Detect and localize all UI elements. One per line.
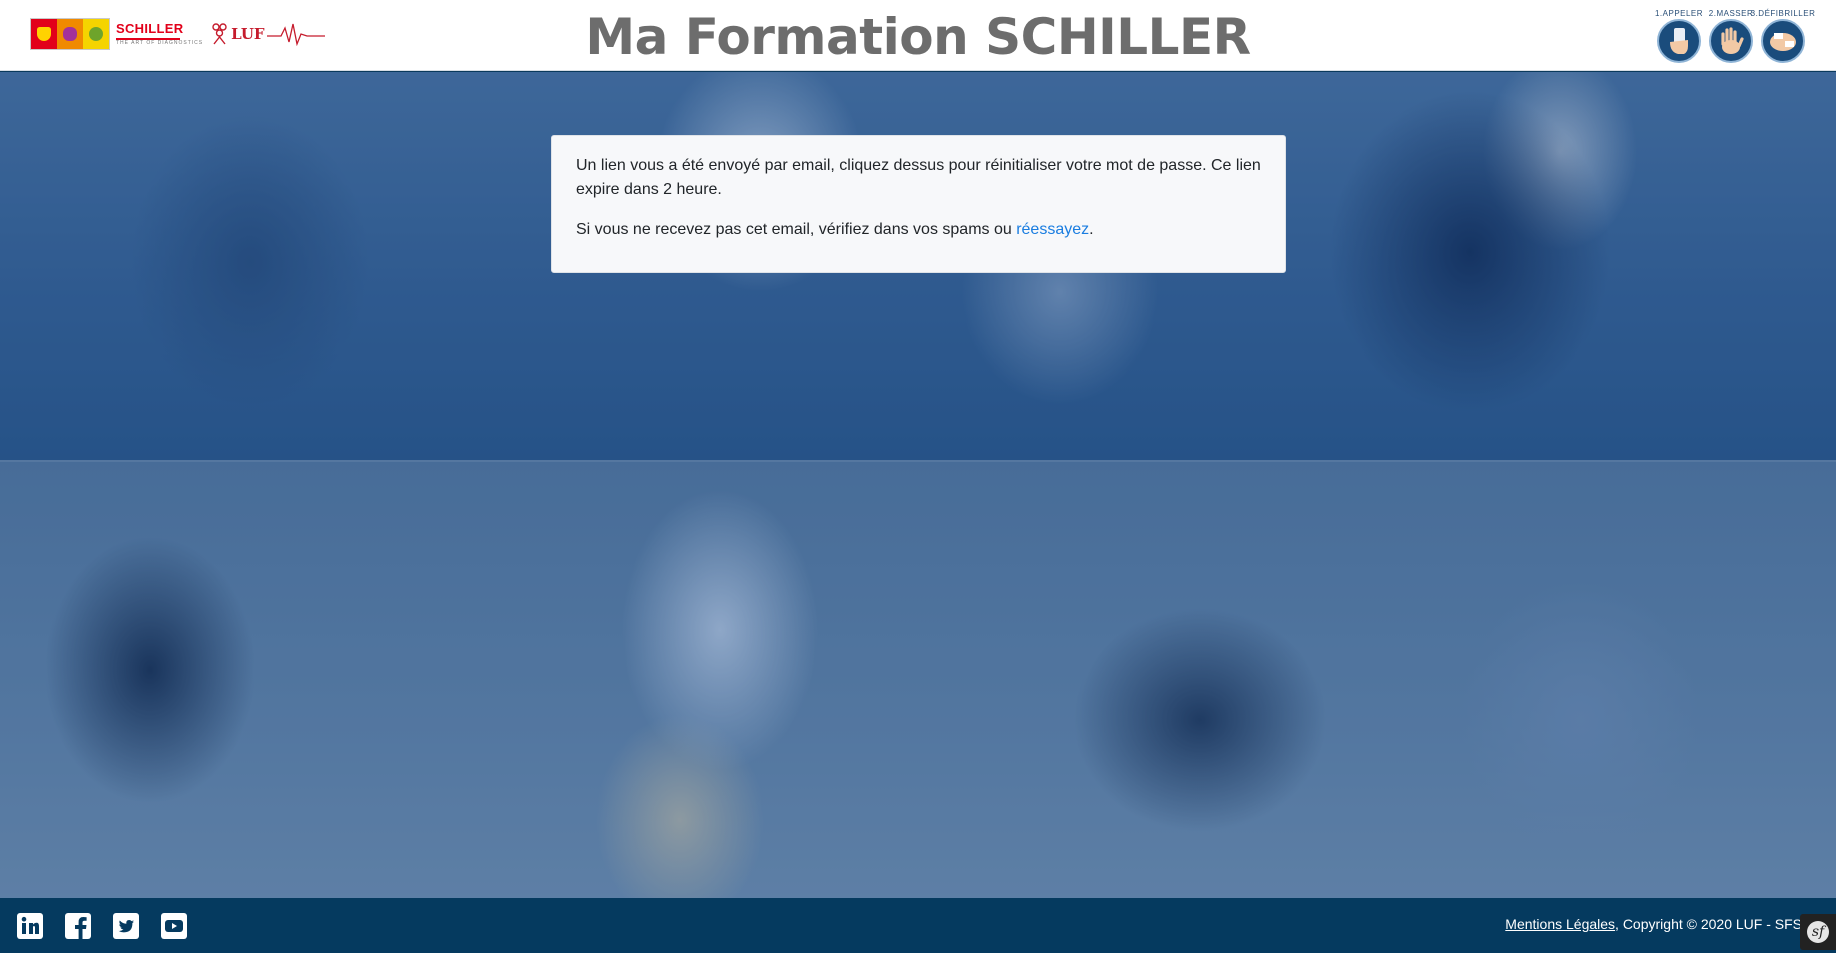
step-massage-label: 2.MASSER [1708,9,1754,18]
hand-icon [1709,19,1753,63]
footer-legal: Mentions Légales, Copyright © 2020 LUF -… [1505,916,1802,932]
phone-hand-icon [1657,19,1701,63]
defibrillator-icon [1761,19,1805,63]
site-header: SCHILLER THE ART OF DIAGNOSTICS LUF Ma F… [0,0,1836,71]
spam-check-text: Si vous ne recevez pas cet email, vérifi… [576,221,1017,238]
hero-photo-divider [0,460,1836,462]
page-title: Ma Formation SCHILLER [585,8,1251,66]
step-call-label: 1.APPELER [1654,9,1704,18]
social-links [16,912,188,940]
linkedin-icon[interactable] [16,912,44,940]
spam-check-period: . [1089,221,1094,238]
step-call: 1.APPELER [1654,8,1704,63]
step-defibrillate-label: 3.DÉFIBRILLER [1750,9,1816,18]
twitter-icon[interactable] [112,912,140,940]
step-massage: 2.MASSER [1708,8,1754,63]
retry-link[interactable]: réessayez [1016,221,1089,238]
copyright-text: , Copyright © 2020 LUF - SFS [1615,916,1802,932]
youtube-icon[interactable] [160,912,188,940]
site-footer: Mentions Légales, Copyright © 2020 LUF -… [0,898,1836,953]
cpr-steps-logo: 1.APPELER 2.MASSER 3.DÉFIBRILLER [1654,8,1815,63]
reset-sent-message: Un lien vous a été envoyé par email, cli… [576,157,1261,198]
spam-check-message: Si vous ne recevez pas cet email, vérifi… [576,218,1261,242]
symfony-debug-toolbar-toggle[interactable]: sf [1800,914,1836,950]
step-defibrillate: 3.DÉFIBRILLER [1751,8,1815,63]
symfony-logo-icon: sf [1807,921,1829,943]
password-reset-alert: Un lien vous a été envoyé par email, cli… [551,135,1286,273]
facebook-icon[interactable] [64,912,92,940]
legal-notice-link[interactable]: Mentions Légales [1505,916,1615,932]
